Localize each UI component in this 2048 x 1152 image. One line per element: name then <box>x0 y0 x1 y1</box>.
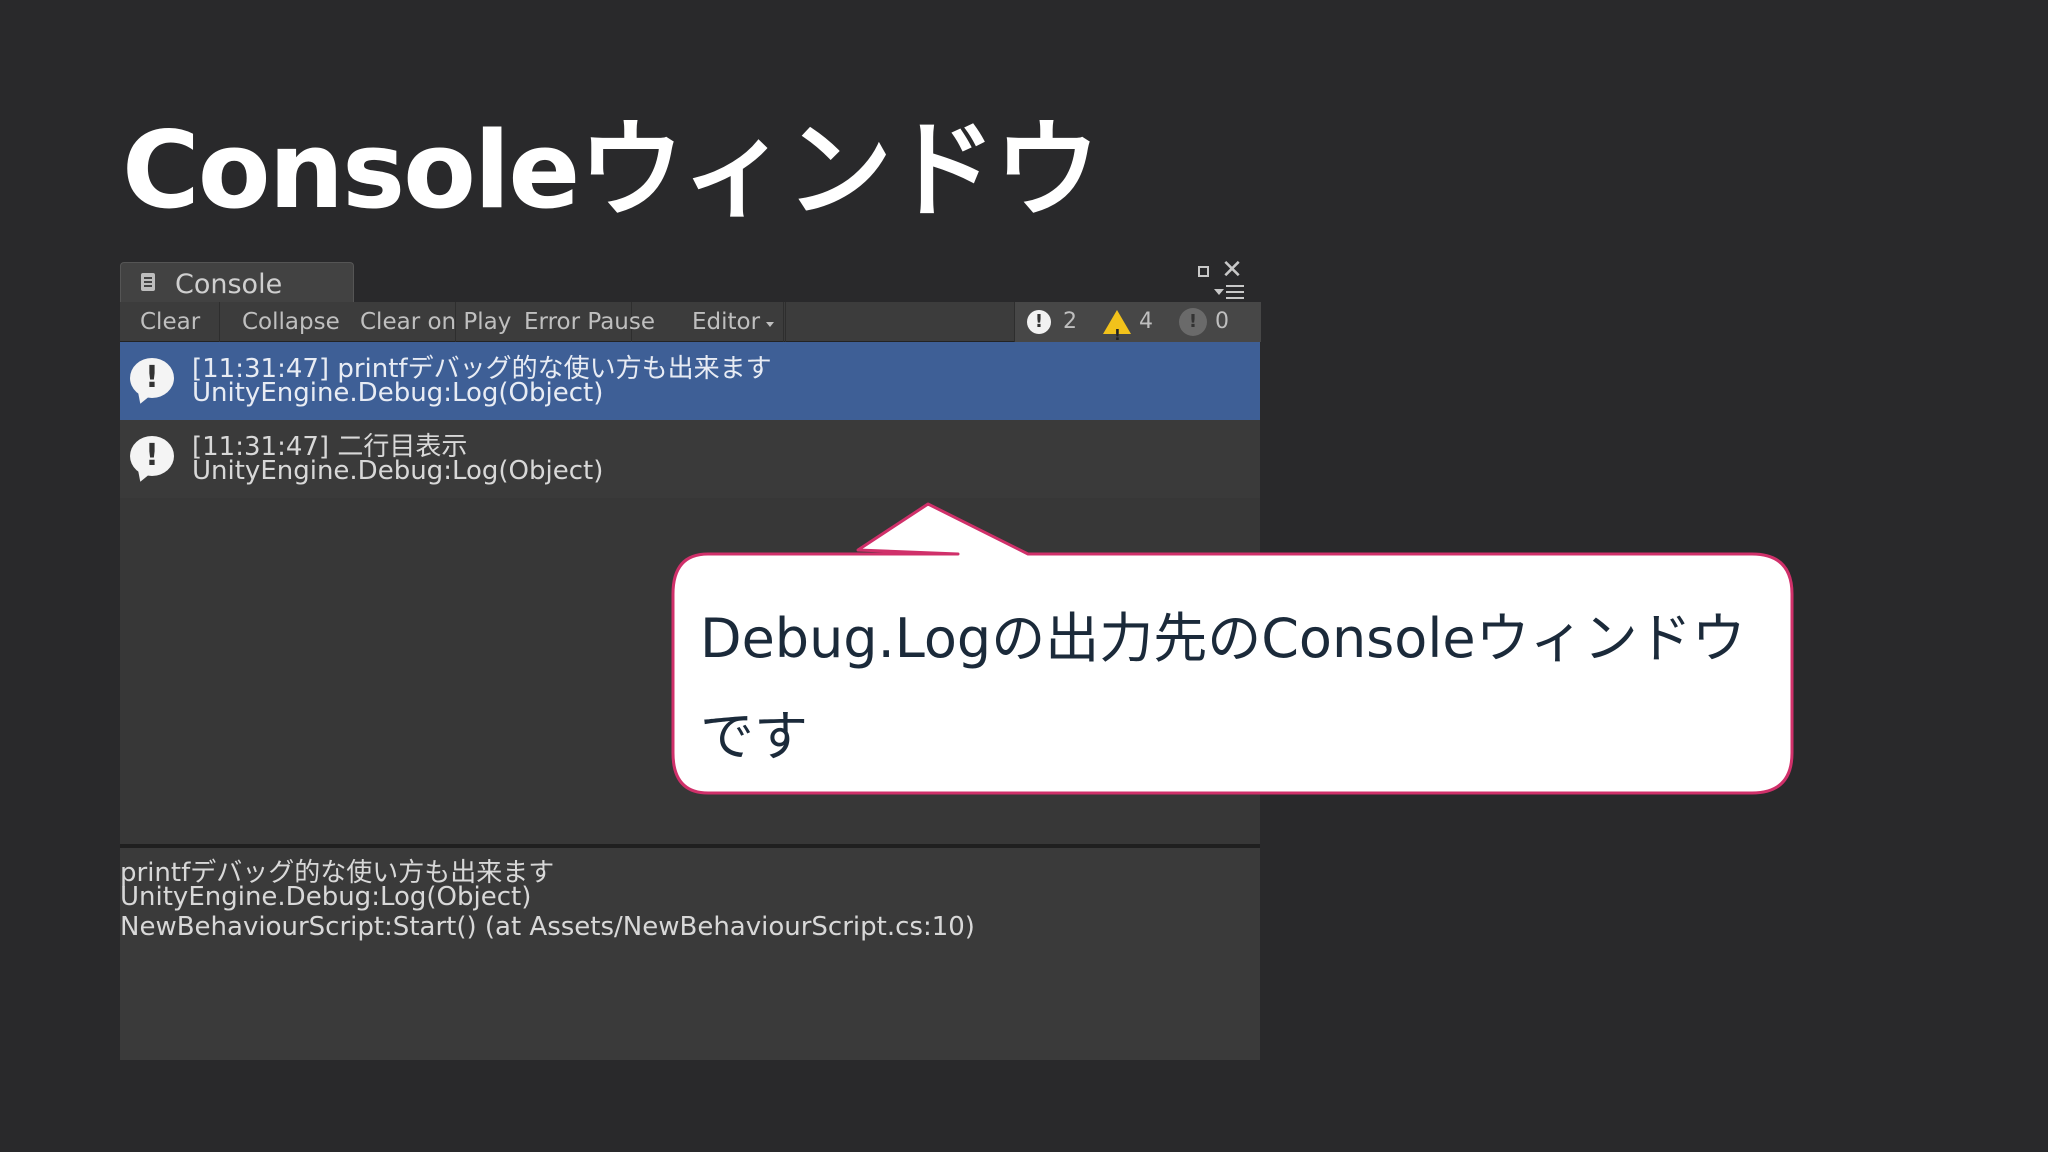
log-entry[interactable]: ! [11:31:47] printfデバッグ的な使い方も出来ます UnityE… <box>120 342 1260 420</box>
detail-stacktrace[interactable]: NewBehaviourScript:Start() (at Assets/Ne… <box>120 912 975 942</box>
log-source: UnityEngine.Debug:Log(Object) <box>192 456 604 486</box>
console-icon <box>141 273 155 291</box>
log-entry[interactable]: ! [11:31:47] 二行目表示 UnityEngine.Debug:Log… <box>120 420 1260 498</box>
clear-button[interactable]: Clear <box>120 302 220 342</box>
log-count: 2 <box>1063 309 1077 334</box>
info-icon: ! <box>1027 310 1051 334</box>
warning-count: 4 <box>1139 309 1153 334</box>
chevron-down-icon <box>766 322 774 327</box>
error-count: 0 <box>1215 309 1229 334</box>
tab-strip: Console ✕ <box>120 257 1260 302</box>
callout-text: Debug.Logの出力先のConsoleウィンドウです <box>700 607 1746 768</box>
log-source: UnityEngine.Debug:Log(Object) <box>192 378 604 408</box>
info-icon: ! <box>130 358 174 398</box>
info-icon: ! <box>130 436 174 476</box>
log-detail-pane[interactable]: printfデバッグ的な使い方も出来ます UnityEngine.Debug:L… <box>120 844 1260 1060</box>
maximize-icon[interactable] <box>1196 264 1210 278</box>
slide-title: Consoleウィンドウ <box>122 109 1100 232</box>
log-counters: ! 2 4 ! 0 <box>1014 302 1261 355</box>
error-icon: ! <box>1179 308 1207 336</box>
window-menu-icon[interactable] <box>1214 284 1246 300</box>
tab-console[interactable]: Console <box>120 262 354 302</box>
warning-icon <box>1103 310 1131 355</box>
tab-console-label: Console <box>175 269 283 300</box>
close-icon[interactable]: ✕ <box>1220 257 1244 283</box>
detail-source: UnityEngine.Debug:Log(Object) <box>120 882 532 912</box>
console-toolbar: Clear Collapse Clear on Play Error Pause… <box>120 302 1261 355</box>
